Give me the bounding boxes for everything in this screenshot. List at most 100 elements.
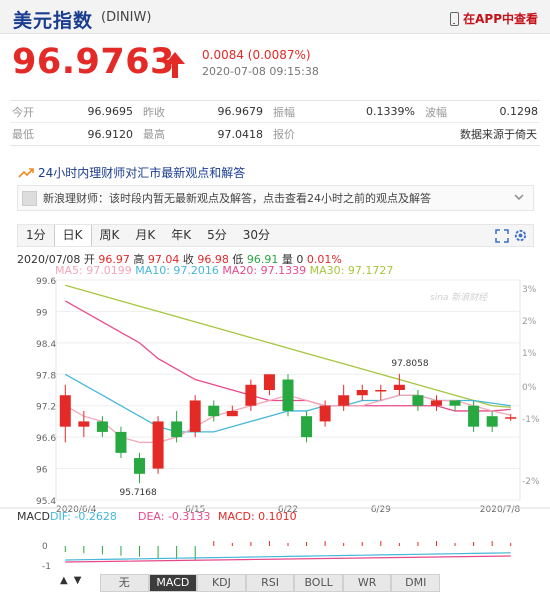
trend-icon <box>18 167 34 178</box>
indicator-tabs: 无 MACD KDJ RSI BOLL WR DMI <box>100 574 441 592</box>
candle-body <box>208 405 220 417</box>
candle-body <box>226 410 238 417</box>
tab-yearly[interactable]: 年K <box>163 225 199 246</box>
candle-body <box>301 416 313 438</box>
y-tick-label: 97.2 <box>36 403 56 413</box>
candle-body <box>393 384 405 390</box>
quote-time: 2020-07-08 09:15:38 <box>202 65 319 78</box>
arrow-right-icon[interactable]: ▼ <box>74 575 82 586</box>
y-tick-label: 99 <box>36 308 48 318</box>
macd-panel: MACD DIF: -0.2628 DEA: -0.3133 MACD: 0.1010… <box>0 507 550 572</box>
watermark: sina 新浪财经 <box>430 292 488 303</box>
page-title: 美元指数 <box>13 10 94 32</box>
macd-legend: DEA: -0.3133 <box>138 510 210 523</box>
tab-30min[interactable]: 30分 <box>235 225 278 246</box>
candle-body <box>338 395 350 406</box>
candle-body <box>263 374 275 390</box>
pct-tick-label: 1% <box>522 349 537 359</box>
tab-5min[interactable]: 5分 <box>199 225 235 246</box>
stat-value: 96.9695 <box>87 105 134 118</box>
tab-daily[interactable]: 日K <box>53 225 92 246</box>
up-arrow-icon <box>165 52 185 78</box>
indicator-tab-none[interactable]: 无 <box>100 574 149 592</box>
candle-body <box>486 416 498 427</box>
min-annotation: 95.7168 <box>120 488 157 498</box>
candle-body <box>96 421 108 432</box>
macd-legend: MACD: 0.1010 <box>218 510 297 523</box>
candle-body <box>189 400 201 432</box>
candle-body <box>319 405 331 422</box>
stat-label: 最高 <box>143 128 165 141</box>
stat-label: 波幅 <box>425 105 447 119</box>
candles <box>59 373 517 484</box>
open-in-app-link[interactable]: 在APP中查看 <box>450 10 538 27</box>
news-heading[interactable]: 24小时内理财师对汇市最新观点和解答 <box>18 164 245 181</box>
candle-body <box>505 417 517 419</box>
candle-body <box>356 390 368 396</box>
phone-icon <box>450 11 460 26</box>
stat-value: 97.0418 <box>217 127 264 141</box>
pct-axis-labels: 3% 2% 1% 0% -1% -2% <box>522 285 540 487</box>
stat-label: 报价 <box>273 128 295 141</box>
stats-row: 最低 96.9120 最高 97.0418 报价 数据来源于倚天 <box>10 123 540 145</box>
gear-icon[interactable] <box>513 228 528 243</box>
news-item[interactable]: 新浪理财师：该时段内暂无最新观点及解答，点击查看24小时之前的观点及解答 <box>17 185 534 211</box>
data-source: 数据来源于倚天 <box>460 128 537 141</box>
max-annotation: 97.8058 <box>391 359 428 369</box>
candle-body <box>59 395 71 427</box>
macd-y-label: -1 <box>42 562 51 572</box>
candle-body <box>375 390 387 392</box>
x-tick-label: 6/29 <box>371 505 391 515</box>
y-tick-label: 96 <box>36 466 48 476</box>
pct-tick-label: -1% <box>522 415 540 425</box>
news-heading-label: 24小时内理财师对汇市最新观点和解答 <box>38 166 246 180</box>
y-axis-labels: 99.6 99 98.4 97.8 97.2 96.6 96 95.4 <box>36 277 56 507</box>
avatar <box>22 190 37 206</box>
candle-body <box>449 400 461 406</box>
indicator-tab-wr[interactable]: WR <box>342 574 392 592</box>
pct-tick-label: 2% <box>522 317 537 327</box>
period-tabs: 1分 日K 周K 月K 年K 5分 30分 <box>17 224 534 247</box>
stats-table: 今开 96.9695 昨收 96.9679 振幅 0.1339% 波幅 0.12… <box>10 100 540 146</box>
symbol-code: (DINIW) <box>101 10 152 25</box>
stats-row: 今开 96.9695 昨收 96.9679 振幅 0.1339% 波幅 0.12… <box>10 101 540 123</box>
indicator-tab-macd[interactable]: MACD <box>148 574 198 592</box>
y-tick-label: 99.6 <box>36 277 56 287</box>
macd-legend: DIF: -0.2628 <box>50 510 117 523</box>
y-tick-label: 98.4 <box>36 340 56 350</box>
price-change: 0.0084 (0.0087%) <box>202 48 311 62</box>
indicator-tab-kdj[interactable]: KDJ <box>197 574 246 592</box>
macd-legend: MACD <box>17 510 50 523</box>
stat-value: 96.9120 <box>87 127 134 141</box>
news-text: 新浪理财师：该时段内暂无最新观点及解答，点击查看24小时之前的观点及解答 <box>43 192 431 205</box>
ma-lines <box>64 284 511 444</box>
candle-body <box>152 421 164 469</box>
tab-weekly[interactable]: 周K <box>92 225 128 246</box>
candle-body <box>468 405 480 427</box>
chevron-down-icon[interactable] <box>513 191 525 203</box>
tab-1min[interactable]: 1分 <box>18 225 54 246</box>
pct-tick-label: -2% <box>522 477 540 487</box>
x-tick-label: 2020/7/8 <box>480 505 521 515</box>
macd-y-label: 0 <box>42 542 48 552</box>
indicator-tab-boll[interactable]: BOLL <box>294 574 343 592</box>
stat-label: 昨收 <box>143 105 165 119</box>
y-tick-label: 97.8 <box>36 371 56 381</box>
indicator-tab-rsi[interactable]: RSI <box>245 574 295 592</box>
arrow-left-icon[interactable]: ▲ <box>60 575 68 586</box>
candle-body <box>171 421 183 438</box>
candle-body <box>412 395 424 406</box>
header-bar: 美元指数 (DINIW) 在APP中查看 <box>0 0 550 34</box>
candle-body <box>282 379 294 411</box>
candle-body <box>78 421 90 427</box>
kline-chart[interactable]: 99.6 99 98.4 97.8 97.2 96.6 96 95.4 3% 2% 1% 0% -1%… <box>0 270 550 572</box>
candle-body <box>115 431 127 453</box>
stat-label: 振幅 <box>273 105 295 119</box>
indicator-tab-dmi[interactable]: DMI <box>391 574 441 592</box>
y-tick-label: 95.4 <box>36 497 56 507</box>
stat-value: 96.9679 <box>217 105 264 118</box>
candle-body <box>245 384 257 406</box>
stat-value: 0.1339% <box>366 105 415 118</box>
tab-monthly[interactable]: 月K <box>127 225 163 246</box>
fullscreen-icon[interactable] <box>495 229 509 243</box>
